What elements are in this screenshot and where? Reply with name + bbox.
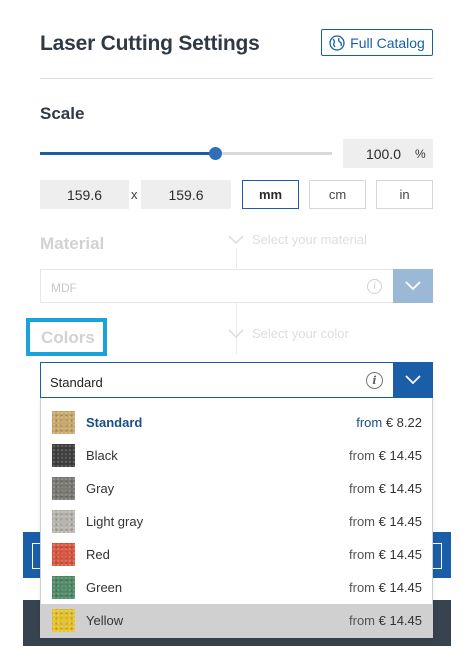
color-option-price: from € 14.45: [349, 613, 422, 628]
color-dropdown-toggle[interactable]: [393, 362, 433, 398]
color-option-price: from € 8.22: [356, 415, 422, 430]
info-icon[interactable]: i: [367, 279, 382, 294]
dimension-separator: x: [131, 187, 138, 202]
price-value: € 8.22: [385, 415, 422, 430]
price-prefix: from: [349, 481, 375, 496]
unit-mm-button[interactable]: mm: [242, 180, 299, 209]
color-swatch: [52, 510, 75, 533]
unit-cm-button[interactable]: cm: [309, 180, 366, 209]
full-catalog-label: Full Catalog: [350, 34, 425, 51]
header-divider: [40, 78, 433, 79]
colors-heading-highlight: [26, 318, 107, 356]
price-value: € 14.45: [378, 448, 422, 463]
price-value: € 14.45: [378, 481, 422, 496]
color-option-name: Black: [86, 448, 118, 463]
chevron-down-icon: [405, 281, 421, 291]
full-catalog-button[interactable]: Full Catalog: [321, 29, 433, 56]
price-prefix: from: [349, 547, 375, 562]
scale-percent-field[interactable]: 100.0 %: [343, 139, 433, 168]
color-option-name: Yellow: [86, 613, 124, 628]
price-value: € 14.45: [378, 547, 422, 562]
color-swatch: [52, 576, 75, 599]
color-swatch: [52, 411, 75, 434]
scale-slider-fill: [40, 152, 216, 155]
chevron-down-icon: [405, 375, 421, 385]
page-title: Laser Cutting Settings: [40, 32, 260, 55]
color-select[interactable]: Standard i: [40, 362, 433, 398]
color-option-price: from € 14.45: [349, 448, 422, 463]
color-select-value: Standard: [50, 375, 103, 390]
price-prefix: from: [349, 514, 375, 529]
color-option-name: Green: [86, 580, 123, 595]
globe-icon: [329, 34, 345, 51]
price-value: € 14.45: [378, 580, 422, 595]
info-icon[interactable]: i: [366, 372, 383, 389]
background-field-edge: [432, 543, 442, 569]
price-prefix: from: [349, 580, 375, 595]
price-prefix: from: [356, 415, 383, 430]
scale-slider-thumb[interactable]: [209, 147, 223, 160]
color-option-price: from € 14.45: [349, 547, 422, 562]
height-field[interactable]: 159.6: [141, 180, 231, 209]
price-value: € 14.45: [378, 514, 422, 529]
scale-slider[interactable]: [40, 147, 332, 160]
chevron-down-icon: [228, 234, 244, 244]
step-connector: [236, 248, 237, 268]
color-dropdown-list: Standard from € 8.22 Black from € 14.45 Gray…: [40, 398, 433, 638]
color-step-hint: Select your color: [228, 326, 349, 341]
scale-heading: Scale: [40, 104, 85, 123]
color-swatch: [52, 543, 75, 566]
scale-percent-value: 100.0: [365, 145, 401, 162]
material-dropdown-toggle[interactable]: [393, 269, 433, 303]
unit-in-button[interactable]: in: [376, 180, 433, 209]
color-option-yellow[interactable]: Yellow from € 14.45: [41, 604, 432, 637]
color-swatch: [52, 444, 75, 467]
color-option-light-gray[interactable]: Light gray from € 14.45: [41, 505, 432, 538]
color-option-black[interactable]: Black from € 14.45: [41, 439, 432, 472]
chevron-down-icon: [228, 328, 244, 338]
color-swatch: [52, 609, 75, 632]
color-option-price: from € 14.45: [349, 514, 422, 529]
material-hint-text: Select your material: [252, 232, 367, 247]
color-option-red[interactable]: Red from € 14.45: [41, 538, 432, 571]
width-field[interactable]: 159.6: [40, 180, 129, 209]
color-option-gray[interactable]: Gray from € 14.45: [41, 472, 432, 505]
material-heading: Material: [40, 234, 105, 253]
price-prefix: from: [349, 448, 375, 463]
color-swatch: [52, 477, 75, 500]
color-hint-text: Select your color: [252, 326, 349, 341]
price-value: € 14.45: [378, 613, 422, 628]
material-step-hint: Select your material: [228, 232, 367, 247]
scale-percent-unit: %: [415, 146, 426, 161]
price-prefix: from: [349, 613, 375, 628]
color-option-price: from € 14.45: [349, 580, 422, 595]
color-option-standard[interactable]: Standard from € 8.22: [41, 406, 432, 439]
color-option-name: Red: [86, 547, 110, 562]
color-option-name: Light gray: [86, 514, 144, 529]
color-option-price: from € 14.45: [349, 481, 422, 496]
color-option-name: Standard: [86, 415, 143, 430]
material-select-value: MDF: [51, 281, 77, 295]
material-select[interactable]: MDF i: [40, 269, 433, 303]
color-option-name: Gray: [86, 481, 115, 496]
color-option-green[interactable]: Green from € 14.45: [41, 571, 432, 604]
